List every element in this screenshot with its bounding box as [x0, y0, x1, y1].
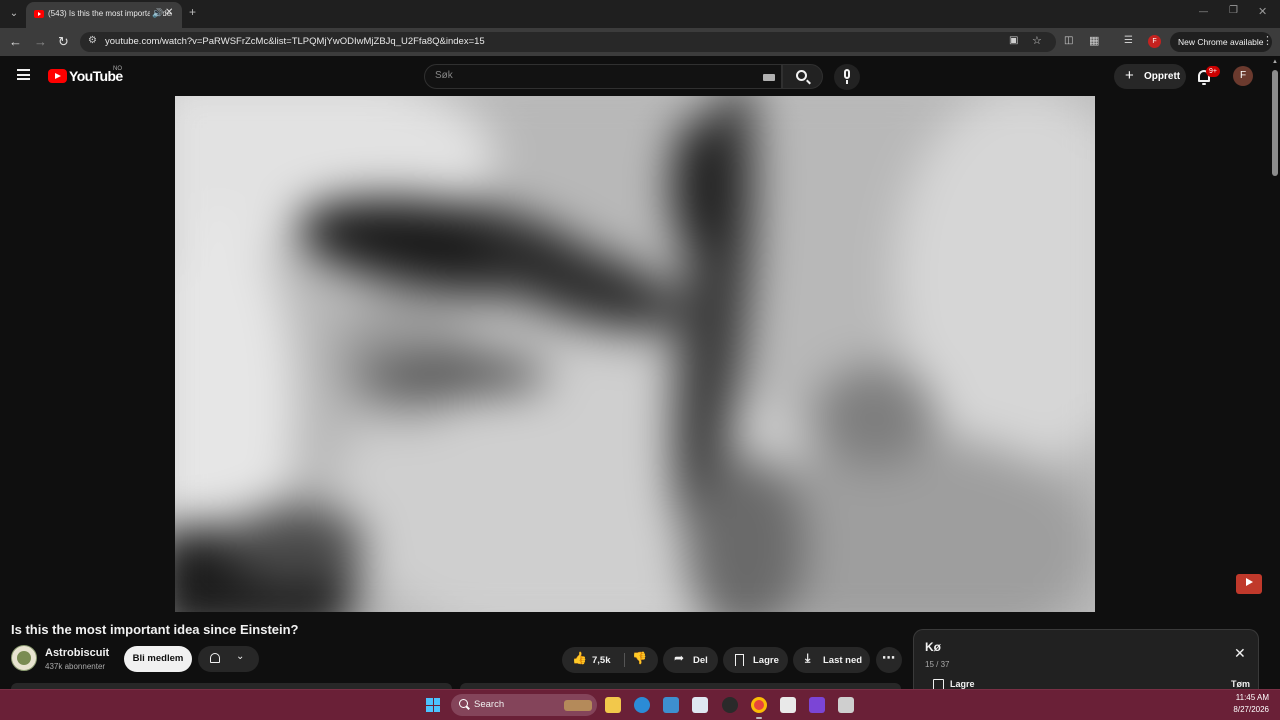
share-button[interactable]: ➦ Del [663, 647, 718, 673]
plus-icon: + [1125, 67, 1134, 84]
app-icon[interactable] [809, 697, 825, 713]
notification-count-badge: 9+ [1206, 66, 1220, 77]
browser-tab-active[interactable]: (543) Is this the most important idea si… [26, 2, 182, 28]
scroll-up-icon[interactable]: ▲ [1272, 59, 1278, 65]
url-text[interactable]: youtube.com/watch?v=PaRWSFrZcMc&list=TLP… [105, 36, 485, 47]
page-scrollbar[interactable]: ▲ [1270, 56, 1280, 689]
install-app-icon[interactable]: ▣ [1009, 35, 1018, 46]
media-controls-icon[interactable]: ☰ [1124, 35, 1133, 46]
clock-time[interactable]: 11:45 AM [1229, 693, 1269, 702]
chevron-down-icon: ⌄ [236, 651, 245, 662]
keyboard-icon[interactable] [763, 74, 775, 81]
share-arrow-icon: ➦ [674, 651, 685, 665]
like-dislike-group: 👍 7,5k 👎 [562, 647, 658, 673]
voice-search-button[interactable] [834, 64, 860, 90]
bookmark-star-icon[interactable]: ☆ [1032, 34, 1042, 47]
bookmark-icon [735, 654, 744, 666]
windows-start-icon[interactable] [426, 698, 440, 712]
site-info-icon[interactable]: ⚙ [88, 35, 97, 46]
video-frame [175, 96, 1095, 612]
edge-icon[interactable] [634, 697, 650, 713]
share-label: Del [693, 655, 708, 666]
new-chrome-available-button[interactable]: New Chrome available [1170, 32, 1272, 52]
taskbar-search[interactable]: Search [451, 694, 597, 716]
channel-subscriber-count: 437k abonnenter [45, 662, 106, 671]
bell-icon [210, 653, 220, 663]
tab-search-chevron-icon[interactable]: ⌄ [6, 6, 22, 22]
extensions-puzzle-icon[interactable]: ▦ [1089, 34, 1099, 47]
app-icon[interactable] [692, 697, 708, 713]
search-highlight-icon [564, 700, 592, 711]
app-icon[interactable] [663, 697, 679, 713]
subscribe-watermark-icon[interactable] [1236, 574, 1262, 594]
microphone-icon [844, 69, 850, 79]
app-icon[interactable] [838, 697, 854, 713]
country-code: NO [113, 66, 122, 72]
scrollbar-thumb[interactable] [1272, 70, 1278, 176]
close-icon[interactable]: ✕ [1234, 645, 1246, 662]
queue-save-button[interactable]: Lagre [950, 679, 975, 689]
file-explorer-icon[interactable] [605, 697, 621, 713]
windows-taskbar: Search 11:45 AM 8/27/2026 [0, 689, 1280, 720]
speaker-icon[interactable]: 🔊 [150, 8, 164, 19]
microphone-stand [846, 80, 848, 84]
extension-icon[interactable]: ◫ [1064, 35, 1073, 46]
channel-avatar[interactable] [11, 645, 37, 671]
search-icon [796, 70, 807, 81]
search-icon [459, 699, 468, 708]
forward-arrow-icon[interactable]: → [34, 34, 47, 49]
active-app-indicator [756, 717, 762, 719]
download-label: Last ned [823, 655, 863, 666]
youtube-logo-icon[interactable] [48, 69, 67, 83]
download-icon: ⤓ [805, 651, 811, 665]
like-count[interactable]: 7,5k [592, 655, 611, 666]
create-label: Opprett [1144, 71, 1181, 82]
more-dots-icon: ⋯ [882, 650, 895, 665]
tab-close-icon[interactable]: ✕ [165, 7, 173, 18]
browser-menu-icon[interactable]: ⋮ [1262, 34, 1273, 47]
subscribed-notifications-button[interactable]: ⌄ [198, 646, 259, 672]
address-bar[interactable]: ⚙ youtube.com/watch?v=PaRWSFrZcMc&list=T… [80, 32, 1056, 52]
channel-name[interactable]: Astrobiscuit [45, 647, 109, 659]
thumbs-down-icon[interactable]: 👎 [632, 651, 647, 665]
hamburger-menu-icon[interactable] [17, 69, 30, 80]
browser-toolbar: ← → ↻ ⚙ youtube.com/watch?v=PaRWSFrZcMc&… [0, 28, 1280, 56]
chrome-icon[interactable] [751, 697, 767, 713]
video-title: Is this the most important idea since Ei… [11, 622, 299, 637]
search-button[interactable] [782, 64, 823, 89]
search-input[interactable]: Søk [424, 64, 782, 89]
youtube-masthead: YouTube NO Søk + Opprett 9+ F [0, 56, 1270, 96]
browser-tab-strip: ⌄ (543) Is this the most important idea … [0, 0, 1280, 28]
browser-profile-avatar[interactable]: F [1148, 35, 1161, 48]
search-placeholder: Søk [435, 70, 453, 81]
queue-panel: Kø 15 / 37 ✕ Lagre Tøm [913, 629, 1259, 690]
reload-icon[interactable]: ↻ [58, 34, 69, 50]
save-label: Lagre [753, 655, 779, 666]
taskbar-search-label: Search [474, 699, 505, 710]
app-icon[interactable] [780, 697, 796, 713]
account-avatar[interactable]: F [1233, 66, 1253, 86]
save-button[interactable]: Lagre [723, 647, 788, 673]
join-button[interactable]: Bli medlem [124, 646, 192, 672]
window-restore-button[interactable]: ❐ [1229, 5, 1238, 16]
video-player[interactable] [175, 96, 1095, 612]
window-close-button[interactable]: ✕ [1258, 5, 1267, 18]
back-arrow-icon[interactable]: ← [9, 34, 22, 49]
youtube-favicon-icon [34, 10, 44, 18]
queue-position: 15 / 37 [925, 660, 950, 669]
create-button[interactable]: + Opprett [1114, 64, 1186, 89]
download-button[interactable]: ⤓ Last ned [793, 647, 870, 673]
queue-clear-button[interactable]: Tøm [1231, 679, 1250, 689]
like-divider [624, 653, 625, 667]
app-icon[interactable] [722, 697, 738, 713]
thumbs-up-icon[interactable]: 👍 [572, 651, 587, 665]
window-minimize-button[interactable]: — [1199, 6, 1208, 16]
more-actions-button[interactable]: ⋯ [876, 647, 902, 673]
queue-title: Kø [925, 640, 941, 654]
clock-date[interactable]: 8/27/2026 [1223, 705, 1269, 714]
new-tab-button[interactable]: + [189, 5, 196, 19]
